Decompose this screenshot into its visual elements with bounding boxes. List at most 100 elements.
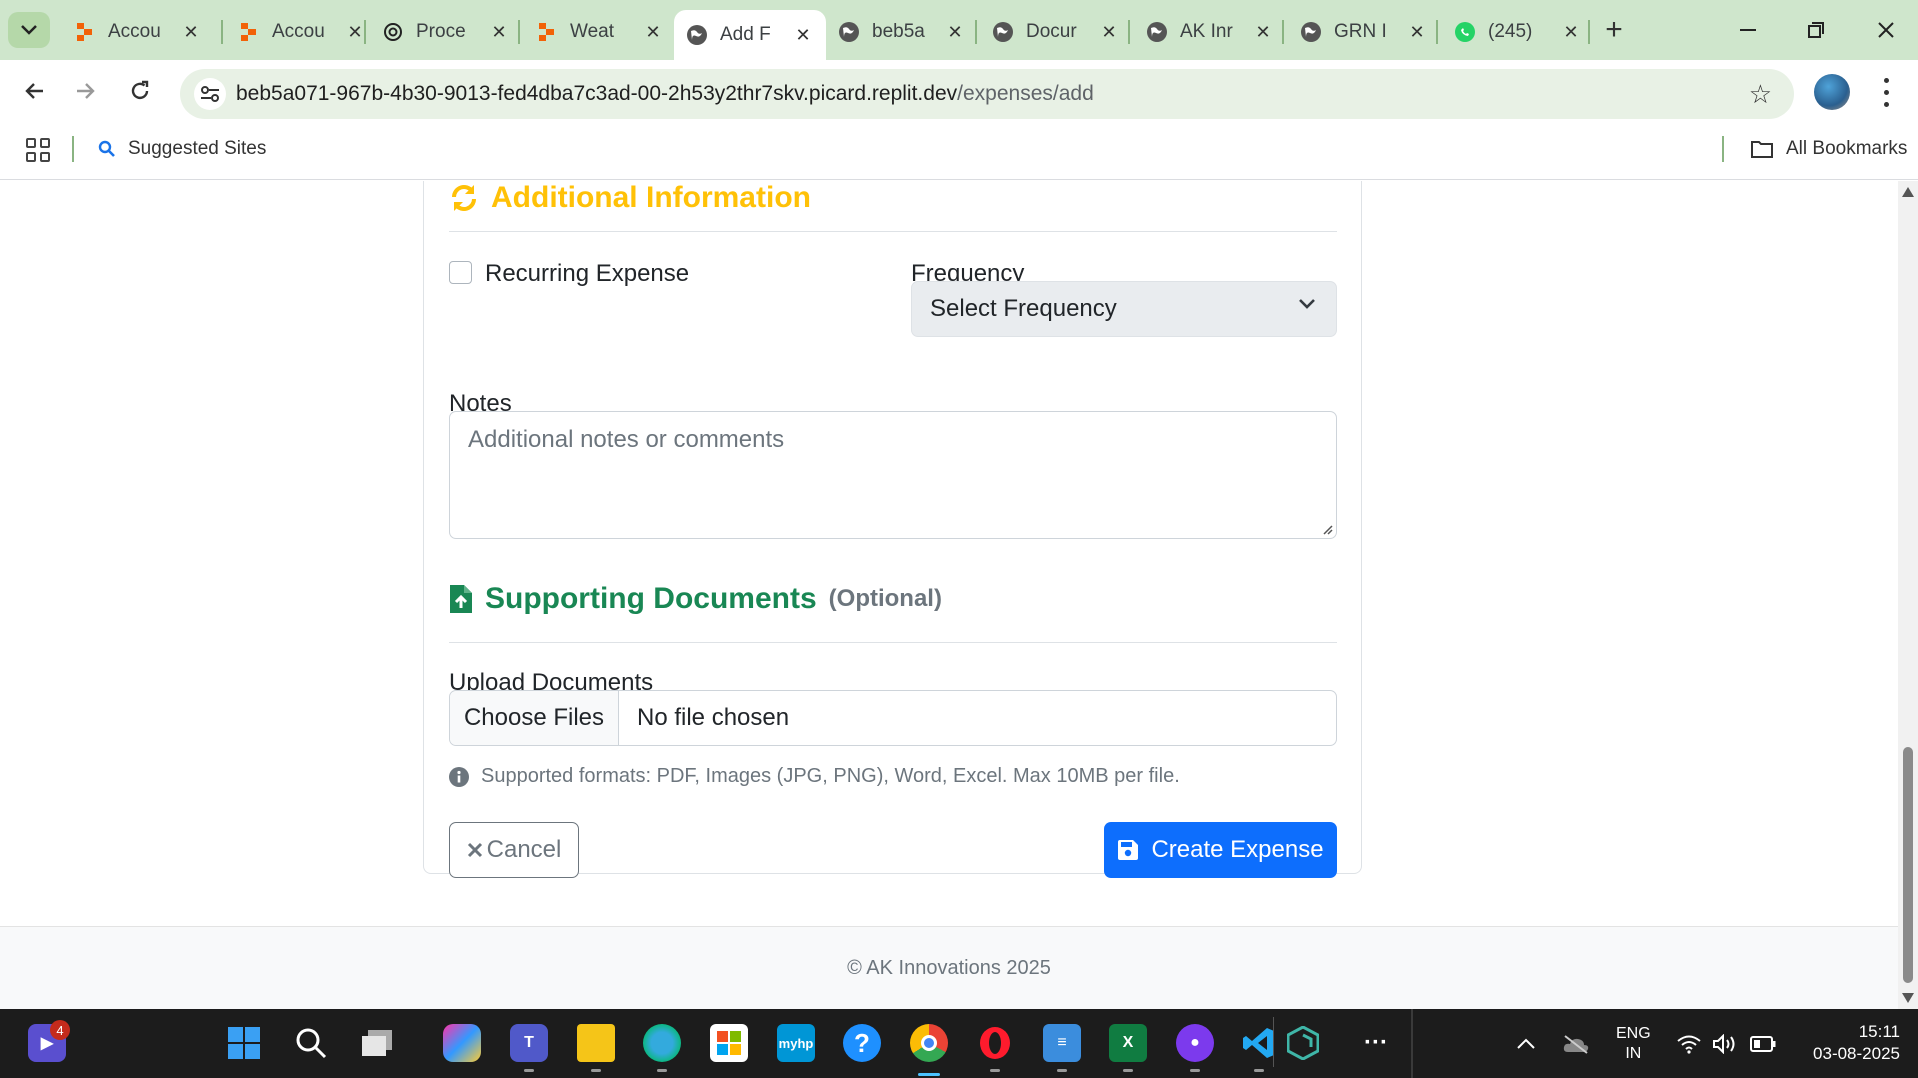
- back-button[interactable]: [14, 71, 54, 111]
- page-content: Additional Information Recurring Expense…: [0, 181, 1898, 1009]
- windows-start-icon[interactable]: [225, 1024, 263, 1062]
- profile-avatar[interactable]: [1814, 74, 1850, 110]
- frequency-select[interactable]: Select Frequency: [911, 281, 1337, 337]
- choose-files-button[interactable]: Choose Files: [450, 691, 619, 745]
- tab-9[interactable]: (245) ✕: [1442, 10, 1594, 54]
- more-apps-icon[interactable]: ···: [1357, 1024, 1395, 1062]
- close-icon[interactable]: ✕: [1560, 21, 1582, 43]
- bookmark-star-icon[interactable]: ☆: [1749, 79, 1772, 110]
- close-icon: [1878, 22, 1894, 38]
- myhp-icon[interactable]: myhp: [777, 1024, 815, 1062]
- restore-button[interactable]: [1796, 12, 1836, 48]
- scroll-down-icon[interactable]: [1902, 993, 1914, 1003]
- tab-search-button[interactable]: [8, 12, 50, 48]
- globe-icon: [992, 21, 1014, 43]
- site-info-button[interactable]: [194, 78, 226, 110]
- tab-8[interactable]: GRN I ✕: [1288, 10, 1440, 54]
- file-upload-icon: [450, 585, 472, 613]
- resize-handle-icon[interactable]: [1321, 523, 1333, 535]
- volume-icon[interactable]: [1712, 1009, 1738, 1078]
- minimize-button[interactable]: [1728, 12, 1768, 48]
- clock-date: 03-08-2025: [1813, 1044, 1900, 1063]
- apps-grid-icon[interactable]: [26, 138, 50, 162]
- tab-5[interactable]: beb5a ✕: [826, 10, 978, 54]
- search-icon: [98, 140, 115, 157]
- scrollbar-thumb[interactable]: [1903, 747, 1913, 983]
- tab-1[interactable]: Accou ✕: [226, 10, 378, 54]
- wifi-icon[interactable]: [1676, 1009, 1702, 1078]
- tab-divider: [1436, 20, 1438, 44]
- hint-text: Supported formats: PDF, Images (JPG, PNG…: [481, 765, 1180, 787]
- divider: [449, 642, 1337, 643]
- create-expense-button[interactable]: Create Expense: [1104, 822, 1337, 878]
- close-icon[interactable]: ✕: [180, 21, 202, 43]
- bookmark-suggested-sites[interactable]: Suggested Sites: [98, 138, 266, 160]
- notepad-icon[interactable]: ≡: [1043, 1024, 1081, 1062]
- excel-icon[interactable]: X: [1109, 1024, 1147, 1062]
- globe-icon: [1146, 21, 1168, 43]
- section-title: Additional Information: [491, 181, 811, 214]
- close-icon[interactable]: ✕: [944, 21, 966, 43]
- sync-icon: [452, 185, 476, 211]
- close-icon[interactable]: ✕: [488, 21, 510, 43]
- tab-7[interactable]: AK Inr ✕: [1134, 10, 1286, 54]
- browser-menu-icon[interactable]: [1878, 74, 1894, 110]
- new-tab-button[interactable]: +: [1596, 14, 1632, 46]
- windows-taskbar: ▶ 4 T myhp ? ≡ X ● ··· ENG IN 15:11 03-0…: [0, 1009, 1918, 1078]
- close-icon[interactable]: ✕: [1252, 21, 1274, 43]
- close-icon[interactable]: ✕: [344, 21, 366, 43]
- globe-icon: [838, 21, 860, 43]
- all-bookmarks-button[interactable]: All Bookmarks: [1750, 138, 1907, 160]
- recurring-expense-label[interactable]: Recurring Expense: [485, 260, 689, 288]
- close-window-button[interactable]: [1866, 12, 1906, 48]
- microsoft-store-icon[interactable]: [710, 1024, 748, 1062]
- url-path: /expenses/add: [957, 82, 1094, 105]
- tab-0[interactable]: Accou ✕: [62, 10, 214, 54]
- reload-button[interactable]: [120, 71, 160, 111]
- notes-textarea[interactable]: Additional notes or comments: [449, 411, 1337, 539]
- tab-3[interactable]: Weat ✕: [524, 10, 676, 54]
- tray-overflow-icon[interactable]: [1516, 1009, 1536, 1078]
- close-icon[interactable]: ✕: [1406, 21, 1428, 43]
- close-icon: [467, 842, 482, 858]
- language-indicator[interactable]: ENG IN: [1616, 1009, 1651, 1078]
- system-clock[interactable]: 15:11 03-08-2025: [1790, 1021, 1900, 1065]
- tab-2[interactable]: Proce ✕: [370, 10, 522, 54]
- chrome-icon[interactable]: [910, 1024, 948, 1062]
- chevron-down-icon: [1299, 299, 1315, 309]
- tab-6[interactable]: Docur ✕: [980, 10, 1132, 54]
- search-icon[interactable]: [292, 1024, 330, 1062]
- close-icon[interactable]: ✕: [1098, 21, 1120, 43]
- globe-icon: [686, 24, 708, 46]
- bookmark-divider: [72, 136, 74, 162]
- task-view-icon[interactable]: [358, 1024, 396, 1062]
- tab-title: GRN I: [1334, 21, 1387, 42]
- help-icon[interactable]: ?: [843, 1024, 881, 1062]
- openai-icon: [382, 21, 404, 43]
- tab-title: AK Inr: [1180, 21, 1233, 42]
- cancel-label: Cancel: [486, 836, 562, 863]
- address-bar[interactable]: beb5a071-967b-4b30-9013-fed4dba7c3ad-00-…: [180, 69, 1794, 119]
- close-icon[interactable]: ✕: [642, 21, 664, 43]
- battery-icon[interactable]: [1750, 1009, 1776, 1078]
- cursor-app-icon[interactable]: [1284, 1024, 1322, 1062]
- github-icon[interactable]: ●: [1176, 1024, 1214, 1062]
- teams-icon[interactable]: T: [510, 1024, 548, 1062]
- tab-4-active[interactable]: Add F ✕: [674, 10, 826, 60]
- scroll-up-icon[interactable]: [1902, 187, 1914, 197]
- page-scrollbar[interactable]: [1898, 181, 1918, 1009]
- close-icon[interactable]: ✕: [792, 24, 814, 46]
- cancel-button[interactable]: Cancel: [449, 822, 579, 878]
- edge-icon[interactable]: [643, 1024, 681, 1062]
- bookmark-divider: [1722, 136, 1724, 162]
- forward-button[interactable]: [66, 71, 106, 111]
- copilot-icon[interactable]: [443, 1024, 481, 1062]
- bookmarks-bar: Suggested Sites All Bookmarks: [0, 122, 1918, 180]
- file-upload-input[interactable]: Choose Files No file chosen: [449, 690, 1337, 746]
- onedrive-icon[interactable]: [1562, 1009, 1590, 1078]
- tab-divider: [1588, 20, 1590, 44]
- taskbar-divider: [1411, 1009, 1413, 1078]
- opera-icon[interactable]: [976, 1024, 1014, 1062]
- recurring-expense-checkbox[interactable]: [449, 261, 472, 284]
- file-explorer-icon[interactable]: [577, 1024, 615, 1062]
